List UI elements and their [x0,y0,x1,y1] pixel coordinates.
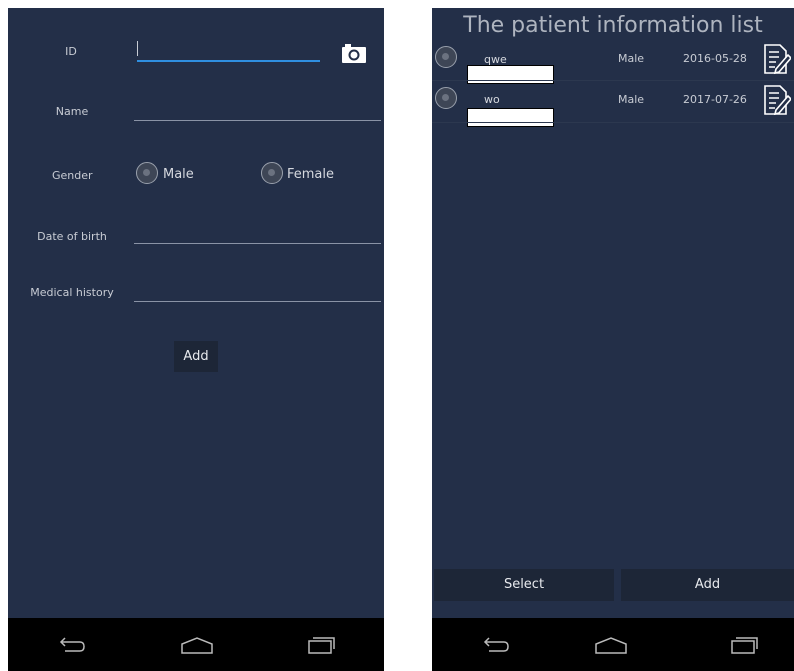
female-radio-label: Female [287,167,335,182]
add-patient-screen: ID Name Gender Male Female Date of birth… [8,8,384,671]
list-item[interactable]: qwe Male 2016-05-28 [432,40,794,84]
female-radio[interactable] [261,162,283,184]
history-field[interactable] [134,301,381,302]
list-add-button[interactable]: Add [621,569,794,601]
list-item[interactable]: wo Male 2017-07-26 [432,81,794,127]
dob-label: Date of birth [37,230,107,243]
redacted-field [467,108,554,127]
camera-icon[interactable] [341,43,367,64]
back-icon[interactable] [56,635,96,655]
row-radio[interactable] [435,87,457,109]
id-field[interactable] [137,60,320,62]
male-radio[interactable] [136,162,158,184]
recents-icon[interactable] [306,635,346,655]
id-label: ID [65,45,77,58]
row-divider [432,122,794,123]
patient-name: wo [484,93,500,106]
id-field-cursor [137,41,138,56]
gender-label: Gender [52,169,93,182]
patient-date: 2017-07-26 [683,93,747,106]
patient-gender: Male [618,52,645,65]
history-label: Medical history [30,286,114,299]
navigation-bar [8,618,384,671]
select-button[interactable]: Select [434,569,614,601]
recents-icon[interactable] [729,635,769,655]
dob-field[interactable] [134,243,381,244]
patient-date: 2016-05-28 [683,52,747,65]
navigation-bar [432,618,794,671]
row-radio[interactable] [435,46,457,68]
home-icon[interactable] [594,635,634,655]
patient-list-screen: The patient information list qwe Male 20… [432,8,794,671]
name-field[interactable] [134,120,381,121]
name-label: Name [55,105,89,118]
page-title: The patient information list [463,13,763,38]
home-icon[interactable] [180,635,220,655]
back-icon[interactable] [480,635,520,655]
edit-icon[interactable] [763,84,793,116]
patient-gender: Male [618,93,645,106]
add-button[interactable]: Add [174,341,218,372]
male-radio-label: Male [163,167,194,182]
edit-icon[interactable] [763,43,793,75]
